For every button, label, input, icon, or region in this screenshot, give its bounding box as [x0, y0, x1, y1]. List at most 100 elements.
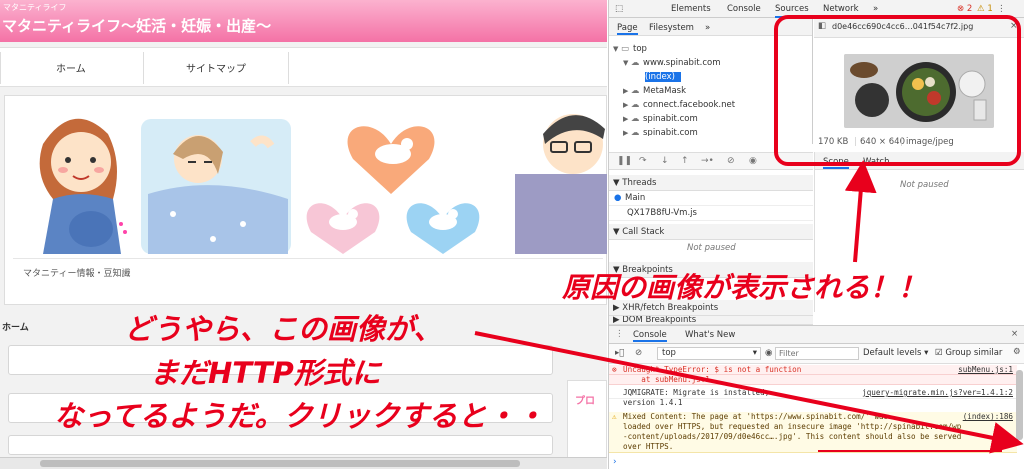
- clear-console-icon[interactable]: ⊘: [635, 348, 642, 358]
- meta-divider: |: [854, 137, 857, 147]
- warning-count-badge[interactable]: ⚠ 1: [977, 4, 993, 14]
- stork-hearts-illustration: [306, 126, 480, 254]
- pause-on-exceptions-icon[interactable]: ◉: [749, 156, 757, 166]
- sleeping-woman-illustration: [141, 119, 291, 254]
- nav-sitemap[interactable]: サイトマップ: [186, 60, 246, 75]
- eye-icon[interactable]: ◉: [765, 348, 772, 358]
- console-settings-gear-icon[interactable]: ⚙: [1013, 347, 1021, 357]
- file-tab[interactable]: d0e46cc690c4cc6…041f54c7f2.jpg: [832, 22, 973, 31]
- tree-label: top: [633, 44, 647, 54]
- console-source-link[interactable]: jquery-migrate.min.js?ver=1.4.1:2: [862, 388, 1013, 398]
- console-filter-input[interactable]: [775, 347, 859, 360]
- nav-home[interactable]: ホーム: [56, 60, 86, 75]
- console-message: loaded over HTTPS, but requested an inse…: [623, 422, 962, 431]
- cloud-icon: ☁: [631, 114, 640, 124]
- tree-item-index[interactable]: ▯ (index): [633, 70, 813, 84]
- console-scrollbar[interactable]: [1016, 370, 1023, 440]
- drawer-menu-icon[interactable]: ⋮: [615, 329, 624, 339]
- tree-label: MetaMask: [643, 86, 686, 96]
- nav-divider: [288, 52, 289, 84]
- deactivate-breakpoints-icon[interactable]: ⊘: [727, 156, 735, 166]
- group-similar-checkbox[interactable]: ☑ Group similar: [935, 348, 1002, 358]
- tab-console[interactable]: Console: [727, 4, 761, 14]
- section-home-label: ホーム: [2, 323, 29, 333]
- console-drawer: ⋮ Console What's New × ▸⃞ ⊘ top ▾ ◉ Defau…: [609, 325, 1024, 469]
- image-mime: image/jpeg: [906, 137, 954, 147]
- expand-arrow-icon: ▼: [623, 59, 629, 67]
- close-drawer-icon[interactable]: ×: [1011, 329, 1018, 339]
- thread-main[interactable]: ● Main: [609, 191, 813, 206]
- console-toolbar: ▸⃞ ⊘ top ▾ ◉ Default levels ▾ ☑ Group sim…: [609, 344, 1024, 364]
- expand-arrow-icon: ▼: [613, 45, 619, 53]
- sidebar-toggle-icon[interactable]: ▸⃞: [615, 348, 624, 358]
- tree-label: spinabit.com: [643, 114, 698, 124]
- insecure-image-link[interactable]: -content/uploads/2017/09/d0e46cc….jpg'. …: [623, 432, 961, 441]
- toggle-navigator-icon[interactable]: ◧: [818, 21, 826, 31]
- tab-elements[interactable]: Elements: [671, 4, 711, 14]
- tree-item-metamask[interactable]: ▶ ☁ MetaMask: [623, 84, 686, 98]
- tab-scope[interactable]: Scope: [823, 157, 849, 169]
- drawer-tab-console[interactable]: Console: [633, 330, 667, 342]
- console-prompt[interactable]: ›: [613, 457, 617, 467]
- annotation-line-3: なってるようだ。クリックすると・・: [54, 399, 545, 433]
- tree-item-domain[interactable]: ▼ ☁ www.spinabit.com: [623, 56, 721, 70]
- section-title: Call Stack: [622, 227, 665, 237]
- tab-network[interactable]: Network: [823, 4, 859, 14]
- navigator-more-icon[interactable]: »: [705, 23, 710, 33]
- site-nav: ホーム サイトマップ: [0, 47, 607, 87]
- error-count-badge[interactable]: ⊗ 2: [957, 4, 972, 14]
- log-levels-dropdown[interactable]: Default levels ▾: [863, 348, 928, 358]
- navigator-tabs: Page Filesystem »: [609, 18, 812, 36]
- breadcrumb[interactable]: マタニティー情報・豆知識: [13, 258, 603, 292]
- scrollbar-thumb[interactable]: [40, 460, 520, 467]
- tab-filesystem[interactable]: Filesystem: [649, 23, 694, 33]
- devtools-dock-icon[interactable]: ⬚: [615, 4, 623, 14]
- hero-illustration: [13, 104, 607, 254]
- cloud-icon: ☁: [631, 86, 640, 96]
- cloud-icon: ☁: [631, 58, 640, 68]
- pause-icon[interactable]: ❚❚: [617, 156, 632, 166]
- hero-banner: マタニティー情報・豆知識: [4, 95, 607, 305]
- step-icon[interactable]: →•: [701, 156, 714, 166]
- tab-sources[interactable]: Sources: [775, 4, 809, 18]
- threads-section-header[interactable]: ▼ Threads: [609, 175, 813, 191]
- tab-page[interactable]: Page: [617, 23, 638, 35]
- context-select[interactable]: top ▾: [657, 347, 761, 360]
- more-tabs-icon[interactable]: »: [873, 4, 878, 14]
- tree-item-facebook[interactable]: ▶ ☁ connect.facebook.net: [623, 98, 735, 112]
- console-error-line: at subMenu.js:1: [609, 375, 1017, 385]
- error-count: 2: [966, 4, 973, 14]
- horizontal-scrollbar[interactable]: [0, 457, 607, 469]
- file-icon: ▯: [633, 72, 638, 82]
- tree-label: connect.facebook.net: [643, 100, 736, 110]
- sources-editor: ◧ d0e46cc690c4cc6…041f54c7f2.jpg ×: [814, 18, 1024, 144]
- tree-label: spinabit.com: [643, 128, 698, 136]
- console-source-link[interactable]: (index):186: [963, 412, 1013, 422]
- sidebar-widget-title: プロ: [575, 396, 595, 407]
- drawer-tabs: ⋮ Console What's New ×: [609, 326, 1024, 344]
- console-message: over HTTPS.: [623, 442, 674, 451]
- meta-divider: |: [900, 137, 903, 147]
- console-source-link[interactable]: subMenu.js:1: [958, 365, 1013, 375]
- settings-menu-icon[interactable]: ⋮: [997, 4, 1006, 14]
- close-icon[interactable]: ×: [1010, 21, 1018, 31]
- step-out-icon[interactable]: ↑: [681, 156, 689, 166]
- site-title[interactable]: マタニティライフ〜妊活・妊娠・出産〜: [2, 15, 271, 36]
- context-value: top: [662, 348, 676, 358]
- tree-item-top[interactable]: ▼ ▭ top: [613, 42, 647, 56]
- drawer-tab-whats-new[interactable]: What's New: [685, 330, 735, 340]
- section-title: Threads: [622, 178, 657, 188]
- step-into-icon[interactable]: ↓: [661, 156, 669, 166]
- tree-item-spinabit[interactable]: ▶ ☁ spinabit.com: [623, 126, 698, 136]
- warning-icon: ⚠: [612, 412, 617, 421]
- thread-worker[interactable]: QX17B8fU-Vm.js: [609, 206, 813, 221]
- step-over-icon[interactable]: ↷: [639, 156, 647, 166]
- tab-watch[interactable]: Watch: [863, 157, 889, 167]
- dom-breakpoints-header[interactable]: ▶ DOM Breakpoints: [609, 316, 813, 325]
- tree-item-spinabit[interactable]: ▶ ☁ spinabit.com: [623, 112, 698, 126]
- callstack-section-header[interactable]: ▼ Call Stack: [609, 224, 813, 240]
- post-card[interactable]: [8, 435, 553, 455]
- image-size: 170 KB: [818, 137, 849, 147]
- annotation-line-2: まだHTTP形式に: [150, 356, 381, 390]
- collapse-arrow-icon: ▶: [623, 101, 629, 109]
